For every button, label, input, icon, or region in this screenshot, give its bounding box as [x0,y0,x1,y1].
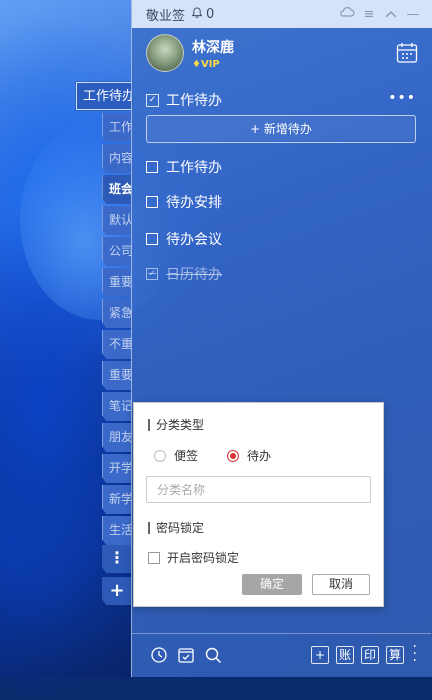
print-button[interactable]: 印 [361,646,379,664]
minimize-icon[interactable]: — [402,7,424,22]
password-lock-label: 密码锁定 [148,522,204,534]
todo-checkbox[interactable] [146,161,158,173]
category-tab[interactable]: 重要 [102,361,132,390]
radio-note[interactable]: 便签 [154,447,198,464]
more-vertical-icon[interactable]: ⋮ [102,545,132,573]
cloud-sync-icon[interactable] [336,6,358,22]
add-todo-button[interactable]: + 新增待办 [146,115,416,143]
category-tab[interactable]: 生活 [102,516,132,545]
add-button[interactable]: + [311,646,329,664]
category-tab[interactable]: 笔记 [102,392,132,421]
radio-circle[interactable] [154,449,166,462]
add-category-button[interactable]: + [102,577,132,605]
radio-note-label: 便签 [174,449,199,463]
password-lock-checkbox-label: 开启密码锁定 [167,551,240,565]
category-tab[interactable]: 工作 [102,113,132,142]
password-lock-row[interactable]: 开启密码锁定 [148,549,239,566]
section-header: ✓ 工作待办 [146,90,222,110]
task-check-icon[interactable] [177,646,195,664]
category-tab[interactable]: 默认 [102,206,132,235]
user-name: 林深鹿 [192,39,234,56]
user-profile[interactable]: 林深鹿 ♦VIP [146,34,234,72]
account-button[interactable]: 账 [336,646,354,664]
todo-check-icon: ✓ [146,93,159,107]
todo-item-completed[interactable]: ✓ 日历待办 [146,264,222,284]
category-tab[interactable]: 朋友 [102,423,132,452]
menu-icon[interactable]: ≡ [358,7,380,22]
radio-todo-label: 待办 [247,449,272,463]
section-title: 工作待办 [166,93,222,109]
radio-todo[interactable]: 待办 [227,447,271,464]
notification-count: 0 [206,6,215,22]
todo-item[interactable]: 待办安排 [146,192,222,212]
more-options-icon[interactable]: ••• [388,90,416,106]
cancel-button[interactable]: 取消 [312,574,370,595]
category-tab[interactable]: 班会 [102,175,132,204]
category-name-input[interactable] [146,476,371,503]
confirm-button[interactable]: 确定 [242,574,302,595]
todo-item[interactable]: 待办会议 [146,229,222,249]
category-tab[interactable]: 不重 [102,330,132,359]
category-tab[interactable]: 新学 [102,485,132,514]
todo-checkbox[interactable] [146,196,158,208]
todo-checkbox[interactable] [146,233,158,245]
category-tab[interactable]: 内容 [102,144,132,173]
collapse-icon[interactable] [380,7,402,22]
category-tab[interactable]: 开学 [102,454,132,483]
radio-circle-selected[interactable] [227,449,239,462]
todo-text: 日历待办 [166,267,222,283]
tab-active-work-todo[interactable]: 工作待办 [76,82,132,110]
category-tab[interactable]: 公司 [102,237,132,266]
more-vertical-icon[interactable]: · · · [413,640,417,668]
clock-icon[interactable] [150,646,168,664]
category-type-label: 分类类型 [148,419,204,431]
category-tab-list: 工作 内容 班会 默认 公司 重要 紧急 不重 重要 笔记 朋友 开学 新学 生… [102,113,132,547]
bottom-toolbar: + 账 印 算 · · · [132,633,431,677]
todo-text: 工作待办 [166,160,222,176]
todo-checkbox-checked[interactable]: ✓ [146,268,158,280]
category-tab[interactable]: 紧急 [102,299,132,328]
app-title: 敬业签 [146,8,186,24]
title-bar: 敬业签 0 ≡ — [132,0,432,28]
todo-item[interactable]: 工作待办 [146,157,222,177]
calendar-icon[interactable] [396,42,418,63]
search-icon[interactable] [204,646,222,664]
todo-text: 待办会议 [166,232,222,248]
calc-button[interactable]: 算 [386,646,404,664]
vip-badge: ♦VIP [192,58,220,70]
password-lock-checkbox[interactable] [148,551,160,564]
todo-text: 待办安排 [166,195,222,211]
category-dialog: 分类类型 便签 待办 密码锁定 开启密码锁定 确定 取消 [133,402,384,607]
category-tab[interactable]: 重要 [102,268,132,297]
avatar[interactable] [146,34,184,72]
bell-icon[interactable] [191,6,203,22]
